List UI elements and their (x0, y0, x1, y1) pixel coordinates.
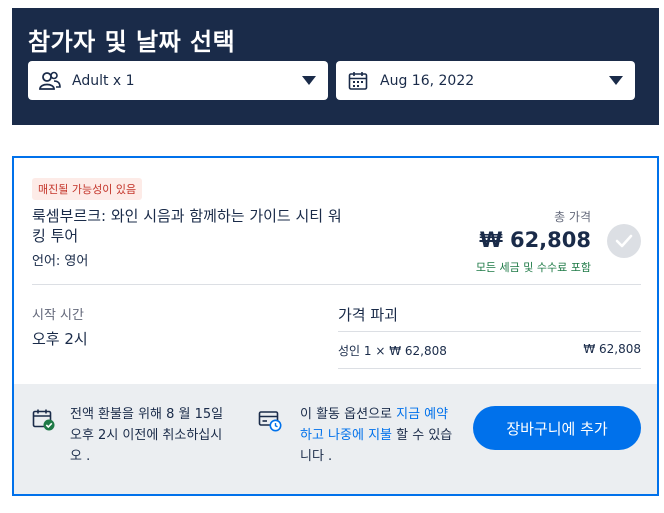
reserve-text-before: 이 활동 옵션으로 (300, 407, 397, 422)
section-divider (32, 284, 641, 285)
currency-symbol: ₩ (479, 228, 503, 252)
people-icon (38, 69, 62, 93)
chevron-down-icon (302, 76, 316, 85)
breakdown-row-value: ₩ 62,808 (583, 342, 641, 356)
chevron-down-icon (609, 76, 623, 85)
reserve-later-text: 이 활동 옵션으로 지금 예약하고 나중에 지불 할 수 있습니다 . (300, 404, 460, 467)
start-time-value: 오후 2시 (32, 330, 88, 348)
total-price: ₩ 62,808 (479, 228, 591, 252)
selection-header: 참가자 및 날짜 선택 Adult x 1 Aug 16, 2022 (12, 8, 659, 125)
card-clock-icon (258, 408, 282, 432)
start-time-label: 시작 시간 (32, 308, 84, 323)
total-price-value: 62,808 (502, 228, 591, 252)
page-title: 참가자 및 날짜 선택 (28, 28, 236, 56)
refund-policy-text: 전액 환불을 위해 8 월 15일 오후 2시 이전에 취소하십시오 . (70, 407, 224, 464)
date-selector[interactable]: Aug 16, 2022 (336, 61, 635, 100)
date-value: Aug 16, 2022 (380, 72, 475, 89)
calendar-icon (346, 69, 370, 93)
activity-option-card[interactable]: 매진될 가능성이 있음 룩셈부르크: 와인 시음과 함께하는 가이드 시티 워킹… (12, 156, 659, 496)
participants-selector[interactable]: Adult x 1 (28, 61, 328, 100)
participants-value: Adult x 1 (72, 72, 135, 89)
total-price-label: 총 가격 (554, 210, 591, 224)
breakdown-divider (338, 331, 641, 332)
activity-title: 룩셈부르크: 와인 시음과 함께하는 가이드 시티 워킹 투어 (32, 207, 342, 245)
breakdown-divider (338, 368, 641, 369)
add-to-cart-button[interactable]: 장바구니에 추가 (473, 406, 641, 450)
calendar-check-icon (32, 408, 56, 432)
availability-badge: 매진될 가능성이 있음 (32, 178, 143, 200)
price-breakdown-title: 가격 파괴 (338, 306, 398, 324)
price-included-note: 모든 세금 및 수수료 포함 (475, 261, 591, 274)
breakdown-row-label: 성인 1 × ₩ 62,808 (338, 344, 447, 358)
check-icon[interactable] (607, 224, 641, 258)
activity-language: 언어: 영어 (32, 254, 89, 269)
card-footer: 전액 환불을 위해 8 월 15일 오후 2시 이전에 취소하십시오 . 이 활… (14, 384, 657, 494)
